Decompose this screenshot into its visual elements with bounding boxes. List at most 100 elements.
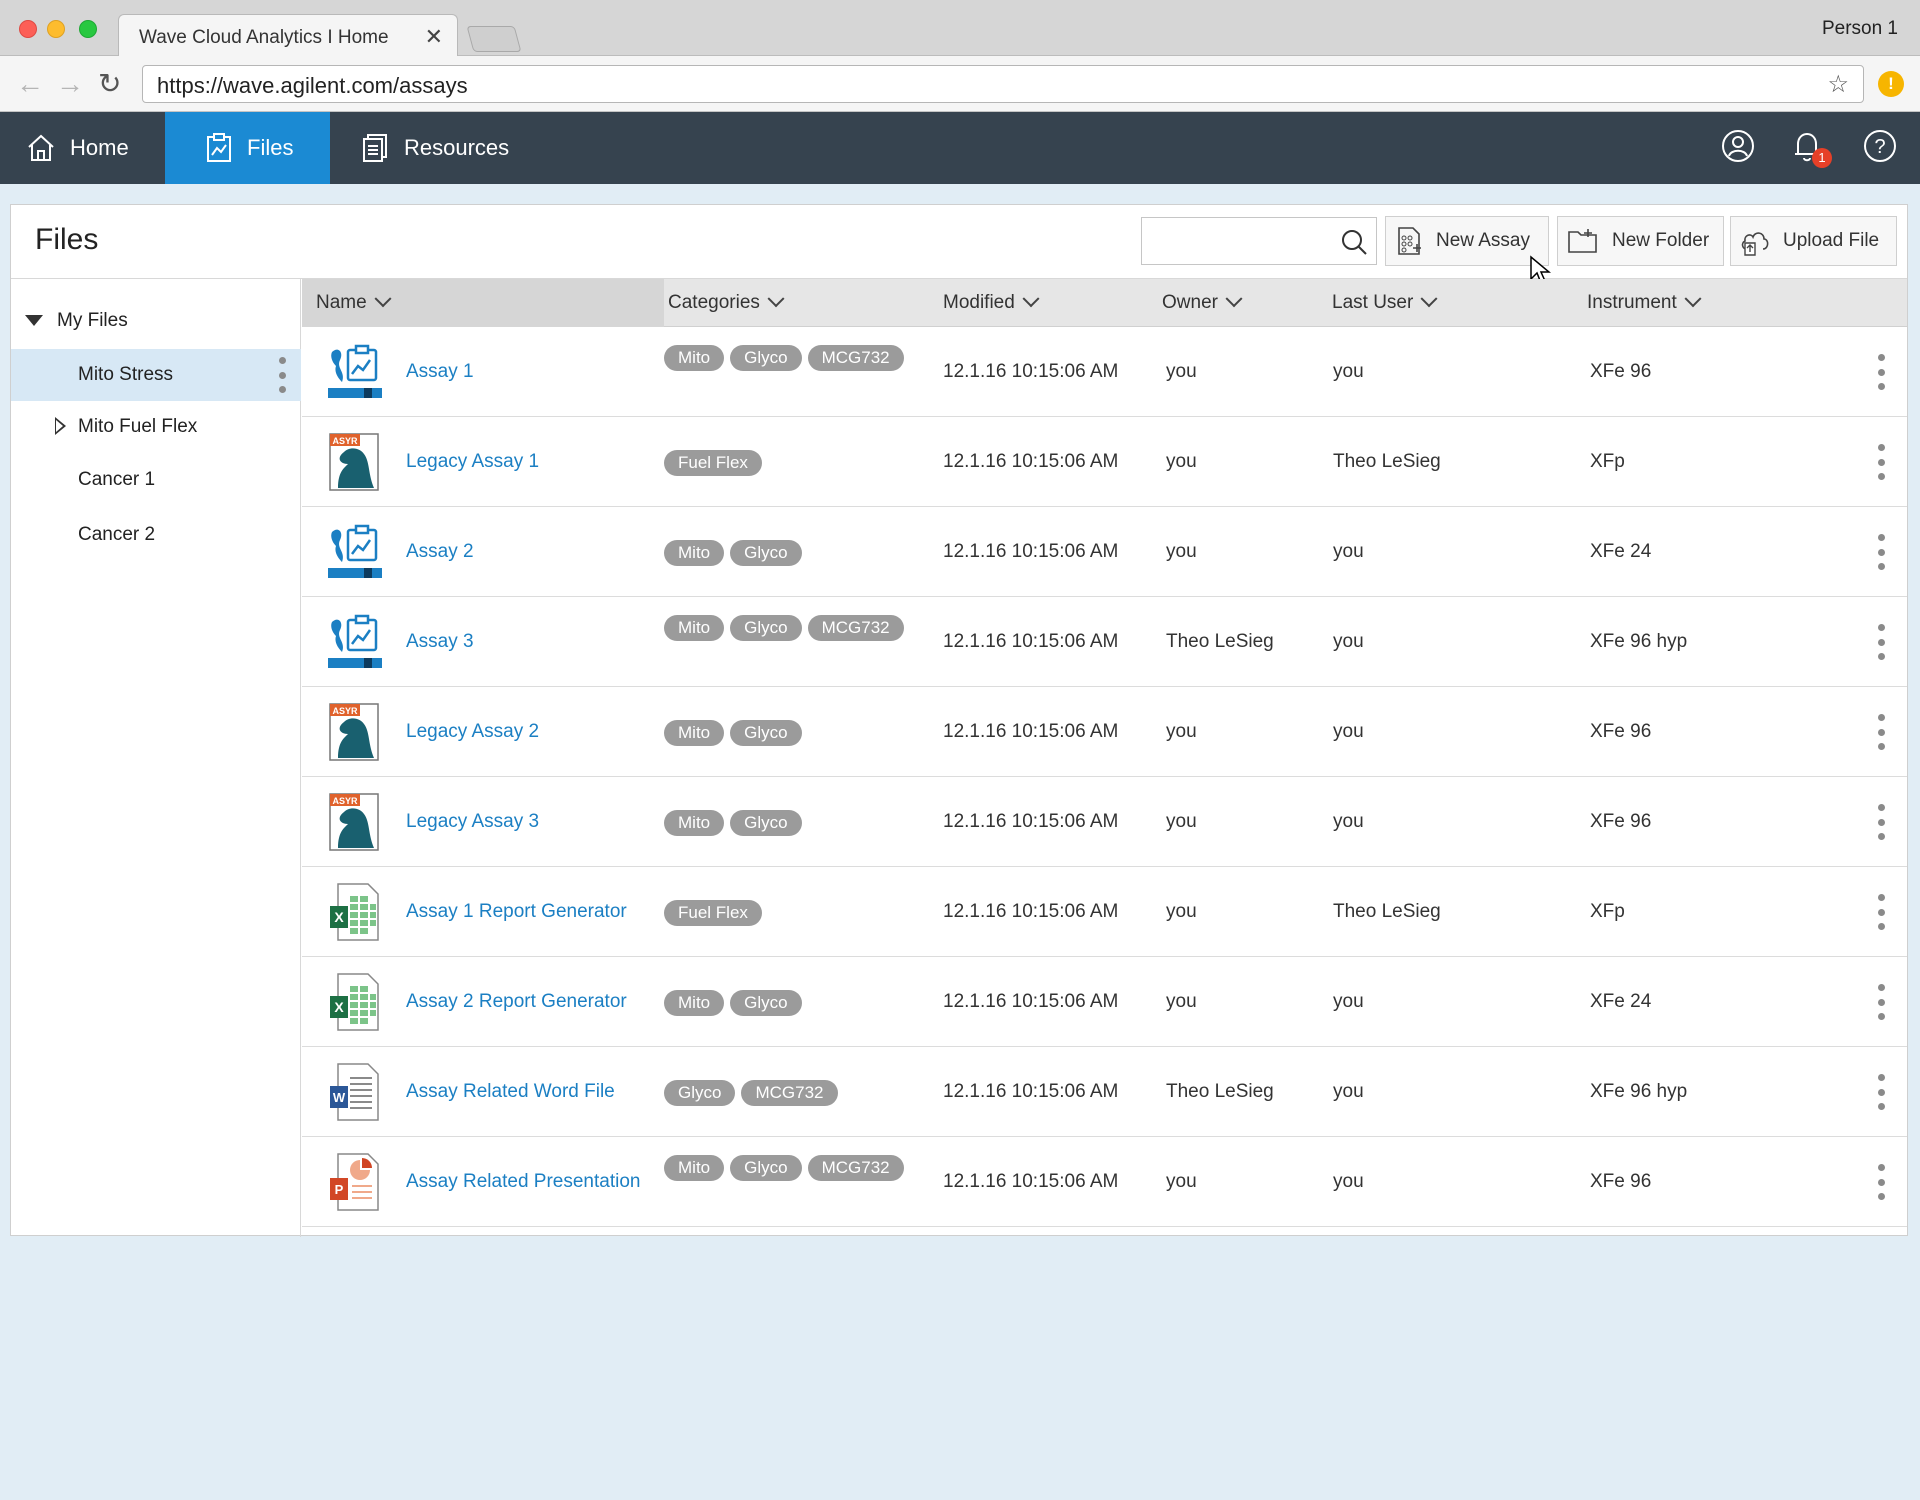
new-assay-icon [1398, 227, 1421, 255]
browser-profile[interactable]: Person 1 [1822, 18, 1898, 40]
category-chip[interactable]: MCG732 [807, 1155, 904, 1181]
forward-arrow-icon[interactable]: → [56, 68, 84, 100]
file-name-link[interactable]: Assay 2 [406, 541, 474, 563]
category-chip[interactable]: Glyco [730, 615, 802, 641]
category-chip[interactable]: Glyco [730, 1155, 802, 1181]
category-chip[interactable]: Glyco [730, 540, 802, 566]
folder-menu-icon[interactable] [278, 357, 286, 393]
nav-resources[interactable]: Resources [362, 112, 509, 184]
extension-warning-icon[interactable]: ! [1878, 71, 1904, 97]
expanded-triangle-icon[interactable] [25, 315, 43, 326]
category-chip[interactable]: Glyco [730, 345, 802, 371]
row-menu-icon[interactable] [1877, 984, 1885, 1020]
browser-tab[interactable]: Wave Cloud Analytics I Home ✕ [118, 14, 458, 58]
url-text: https://wave.agilent.com/assays [157, 73, 468, 98]
category-chip[interactable]: Glyco [730, 990, 802, 1016]
row-menu-icon[interactable] [1877, 534, 1885, 570]
upload-file-button[interactable]: Upload File [1730, 216, 1897, 266]
bookmark-star-icon[interactable]: ☆ [1827, 70, 1849, 99]
new-tab-button[interactable] [466, 26, 522, 52]
table-row[interactable]: Assay 1 Mito Glyco MCG732 12.1.16 10:15:06 A… [302, 327, 1907, 417]
column-header-owner[interactable]: Owner [1162, 279, 1243, 327]
sort-chevron-icon[interactable] [1022, 290, 1040, 308]
sort-chevron-icon[interactable] [767, 290, 785, 308]
collapsed-triangle-icon[interactable] [55, 417, 66, 435]
minimize-window-button[interactable] [47, 20, 65, 38]
row-menu-icon[interactable] [1877, 894, 1885, 930]
row-menu-icon[interactable] [1877, 1074, 1885, 1110]
sort-chevron-icon[interactable] [374, 290, 392, 308]
file-name-link[interactable]: Legacy Assay 1 [406, 451, 539, 473]
category-chip[interactable]: Mito [664, 540, 725, 566]
file-name-link[interactable]: Assay Related Word File [406, 1081, 615, 1103]
file-name-link[interactable]: Assay 2 Report Generator [406, 991, 627, 1013]
search-input[interactable] [1141, 217, 1377, 265]
table-row[interactable]: ASYR Legacy Assay 3 Mito Glyco 12.1.16 10:15… [302, 777, 1907, 867]
category-chip[interactable]: Mito [664, 720, 725, 746]
row-menu-icon[interactable] [1877, 624, 1885, 660]
row-menu-icon[interactable] [1877, 354, 1885, 390]
modified-cell: 12.1.16 10:15:06 AM [943, 541, 1119, 562]
nav-files[interactable]: Files [165, 112, 330, 184]
close-window-button[interactable] [19, 20, 37, 38]
column-header-instrument[interactable]: Instrument [1587, 279, 1702, 327]
category-chip[interactable]: Mito [664, 1155, 725, 1181]
table-row[interactable]: W Assay Related Word File Glyco MCG732 12.1.… [302, 1047, 1907, 1137]
row-menu-icon[interactable] [1877, 714, 1885, 750]
sort-chevron-icon[interactable] [1684, 290, 1702, 308]
category-chip[interactable]: MCG732 [807, 615, 904, 641]
category-chip[interactable]: Fuel Flex [664, 900, 762, 926]
sort-chevron-icon[interactable] [1225, 290, 1243, 308]
column-header-categories[interactable]: Categories [668, 279, 785, 327]
file-name-link[interactable]: Assay 1 [406, 361, 474, 383]
category-chip[interactable]: Glyco [730, 810, 802, 836]
category-chip[interactable]: Mito [664, 615, 725, 641]
category-chip[interactable]: Glyco [664, 1080, 736, 1106]
table-row[interactable]: P Assay Related Presentation Mito Glyco MCG7… [302, 1137, 1907, 1227]
search-icon[interactable] [1340, 228, 1368, 256]
file-name-link[interactable]: Legacy Assay 2 [406, 721, 539, 743]
sort-chevron-icon[interactable] [1420, 290, 1438, 308]
column-header-name[interactable]: Name [302, 279, 664, 327]
folder-mito-fuel-flex[interactable]: Mito Fuel Flex [11, 401, 301, 453]
help-button[interactable]: ? [1862, 128, 1902, 168]
category-chip[interactable]: MCG732 [807, 345, 904, 371]
file-name-link[interactable]: Assay 1 Report Generator [406, 901, 627, 923]
maximize-window-button[interactable] [79, 20, 97, 38]
user-profile-button[interactable] [1720, 128, 1760, 168]
file-name-link[interactable]: Assay Related Presentation [406, 1171, 640, 1193]
file-name-link[interactable]: Assay 3 [406, 631, 474, 653]
category-chip[interactable]: MCG732 [741, 1080, 838, 1106]
folder-cancer-1[interactable]: Cancer 1 [11, 454, 301, 506]
table-row[interactable]: X Assay 2 Report Generator Mito Glyco 12.1.1… [302, 957, 1907, 1047]
table-row[interactable]: ASYR Legacy Assay 1 Fuel Flex 12.1.16 10:15… [302, 417, 1907, 507]
column-header-last-user[interactable]: Last User [1332, 279, 1438, 327]
new-folder-button[interactable]: New Folder [1557, 216, 1724, 266]
row-menu-icon[interactable] [1877, 1164, 1885, 1200]
table-row[interactable]: Assay 3 Mito Glyco MCG732 12.1.16 10:15:06 A… [302, 597, 1907, 687]
table-row[interactable]: X Assay 1 Report Generator Fuel Flex 12.1.1… [302, 867, 1907, 957]
category-chip[interactable]: Mito [664, 345, 725, 371]
row-menu-icon[interactable] [1877, 444, 1885, 480]
nav-home[interactable]: Home [26, 112, 129, 184]
folder-tree: My Files Mito Stress Mito Fuel Flex Canc… [11, 279, 301, 1237]
row-menu-icon[interactable] [1877, 804, 1885, 840]
category-chip[interactable]: Mito [664, 810, 725, 836]
last-user-cell: Theo LeSieg [1333, 451, 1441, 472]
tab-close-icon[interactable]: ✕ [425, 24, 443, 50]
column-header-modified[interactable]: Modified [943, 279, 1040, 327]
reload-icon[interactable]: ↻ [98, 67, 121, 100]
back-arrow-icon[interactable]: ← [16, 68, 44, 100]
category-chip[interactable]: Glyco [730, 720, 802, 746]
file-name-link[interactable]: Legacy Assay 3 [406, 811, 539, 833]
table-row[interactable]: ASYR Legacy Assay 2 Mito Glyco 12.1.16 10:15… [302, 687, 1907, 777]
category-chip[interactable]: Mito [664, 990, 725, 1016]
category-chip[interactable]: Fuel Flex [664, 450, 762, 476]
table-row[interactable]: Assay 2 Mito Glyco 12.1.16 10:15:06 AM you yo… [302, 507, 1907, 597]
address-bar[interactable]: https://wave.agilent.com/assays ☆ [142, 65, 1864, 103]
folder-cancer-2[interactable]: Cancer 2 [11, 509, 301, 561]
folder-my-files[interactable]: My Files [11, 295, 301, 347]
folder-mito-stress[interactable]: Mito Stress [11, 349, 301, 401]
new-assay-button[interactable]: New Assay [1385, 216, 1549, 266]
notifications-button[interactable]: 1 [1790, 128, 1832, 168]
